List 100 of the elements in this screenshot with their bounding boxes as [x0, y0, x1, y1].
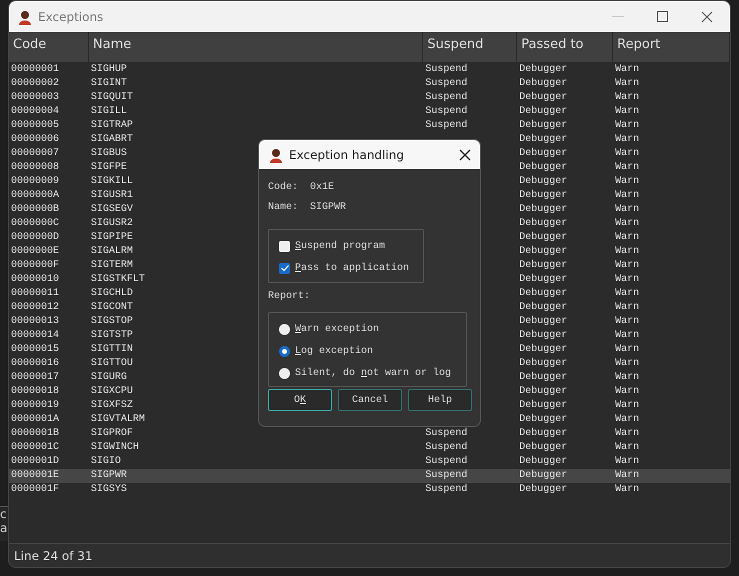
table-cell: Suspend — [425, 428, 468, 439]
table-cell: Debugger — [519, 400, 568, 411]
table-cell: SIGXFSZ — [90, 400, 133, 411]
table-cell: Debugger — [519, 330, 568, 341]
table-cell: Warn — [615, 134, 640, 145]
window-text: c — [0, 507, 8, 521]
table-cell: Warn — [615, 218, 640, 229]
table-cell: Debugger — [519, 190, 568, 201]
table-cell: 0000000F — [11, 260, 60, 271]
table-cell: SIGWINCH — [90, 442, 139, 453]
dialog-title: Exception handling — [289, 148, 404, 162]
table-cell: SIGPWR — [90, 470, 127, 481]
table-cell: Debugger — [519, 134, 568, 145]
dialog-button[interactable]: OK — [268, 389, 332, 411]
table-cell: Debugger — [519, 64, 568, 75]
radio-label[interactable]: Silent, do not warn or log — [295, 368, 452, 378]
table-cell: Warn — [615, 442, 640, 453]
table-cell: Debugger — [519, 246, 568, 257]
table-cell: Warn — [615, 330, 640, 341]
table-cell: Debugger — [519, 288, 568, 299]
table-cell: SIGKILL — [90, 176, 133, 187]
table-cell: SIGALRM — [90, 246, 133, 257]
table-cell: Warn — [615, 386, 640, 397]
field-value: SIGPWR — [310, 202, 346, 212]
radio-button[interactable] — [279, 346, 290, 356]
table-cell: SIGSTOP — [90, 316, 133, 327]
table-cell: Warn — [615, 176, 640, 187]
table-cell: Warn — [615, 106, 640, 117]
table-cell: Suspend — [425, 120, 468, 131]
table-cell: Warn — [615, 246, 640, 257]
table-cell: Warn — [615, 78, 640, 89]
table-cell: SIGPIPE — [90, 232, 133, 243]
table-cell: 00000011 — [11, 288, 60, 299]
checkbox-label[interactable]: Suspend program — [295, 240, 386, 252]
table-cell: 0000000E — [11, 246, 60, 257]
table-cell: Warn — [615, 120, 640, 131]
table-cell: 00000012 — [11, 302, 60, 313]
table-cell: Warn — [615, 190, 640, 201]
table-cell: SIGPROF — [90, 428, 133, 439]
radio-button[interactable] — [279, 368, 290, 378]
table-cell: Debugger — [519, 344, 568, 355]
table-cell: 00000006 — [11, 134, 60, 145]
table-cell: Debugger — [519, 92, 568, 103]
close-icon[interactable] — [459, 148, 471, 160]
table-cell: 00000009 — [11, 176, 60, 187]
table-cell: Warn — [615, 302, 640, 313]
table-cell: Warn — [615, 162, 640, 173]
status-text: Line 24 of 31 — [14, 548, 93, 562]
checkbox-label[interactable]: Pass to application — [295, 262, 410, 274]
maximize-icon[interactable] — [657, 11, 668, 22]
selected-row[interactable]: 0000001E SIGPWR Suspend Debugger Warn — [9, 469, 730, 483]
table-cell: 0000000A — [11, 190, 60, 201]
radio-button[interactable] — [279, 324, 290, 334]
table-cell: Suspend — [425, 106, 468, 117]
field-label: Name: — [268, 202, 300, 212]
table-cell: SIGXCPU — [90, 386, 133, 397]
window-text: a — [0, 521, 8, 535]
table-cell: 00000014 — [11, 330, 60, 341]
table-cell: Debugger — [519, 470, 568, 481]
table-cell: Debugger — [519, 302, 568, 313]
table-cell: 0000001E — [11, 470, 60, 481]
avatar-icon — [268, 146, 284, 162]
table-cell: SIGVTALRM — [90, 414, 145, 425]
table-cell: Debugger — [519, 120, 568, 131]
table-cell: Suspend — [425, 92, 468, 103]
table-cell: SIGQUIT — [90, 92, 133, 103]
report-label: Report: — [268, 291, 312, 302]
table-cell: Debugger — [519, 78, 568, 89]
table-cell: 00000002 — [11, 78, 60, 89]
table-cell: Warn — [615, 470, 640, 481]
table-cell: 00000019 — [11, 400, 60, 411]
table-cell: Debugger — [519, 414, 568, 425]
table-cell: 00000008 — [11, 162, 60, 173]
table-cell: Debugger — [519, 316, 568, 327]
table-cell: Debugger — [519, 358, 568, 369]
dialog-button[interactable]: Help — [408, 389, 472, 411]
radio-label[interactable]: Log exception — [295, 346, 374, 356]
table-cell: Suspend — [425, 470, 468, 481]
table-cell: SIGSEGV — [90, 204, 133, 215]
table-cell: Debugger — [519, 442, 568, 453]
table-cell: SIGCONT — [90, 302, 133, 313]
table-cell: Debugger — [519, 274, 568, 285]
table-cell: SIGUSR2 — [90, 218, 133, 229]
table-cell: Warn — [615, 428, 640, 439]
checkbox[interactable] — [279, 262, 290, 274]
dialog-button[interactable]: Cancel — [338, 389, 402, 411]
table-cell: Warn — [615, 204, 640, 215]
table-cell: Suspend — [425, 64, 468, 75]
checkbox[interactable] — [279, 240, 290, 252]
window-title: Exceptions — [38, 10, 104, 24]
table-cell: SIGBUS — [90, 148, 127, 159]
radio-label[interactable]: Warn exception — [295, 324, 380, 334]
field-value: 0x1E — [310, 182, 334, 192]
close-icon[interactable] — [701, 10, 713, 22]
table-cell: Warn — [615, 274, 640, 285]
table-cell: SIGSTKFLT — [90, 274, 145, 285]
table-cell: Warn — [615, 316, 640, 327]
table-cell: Debugger — [519, 204, 568, 215]
table-cell: Warn — [615, 358, 640, 369]
table-cell: Debugger — [519, 232, 568, 243]
